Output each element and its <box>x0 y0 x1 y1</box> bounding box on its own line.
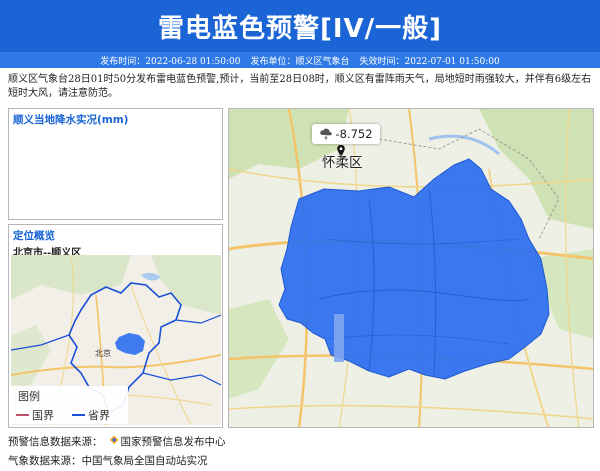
overview-map-beijing-label: 北京 <box>95 349 111 358</box>
precipitation-readout-value: -8.752 <box>335 127 373 141</box>
legend-item-province-border: 省界 <box>72 407 110 423</box>
warning-data-source: 预警信息数据来源： 国家预警信息发布中心 <box>8 434 226 449</box>
thunderstorm-icon <box>320 128 333 141</box>
warning-banner: 雷电蓝色预警[IV/一般] <box>0 0 600 52</box>
issue-time: 发布时间：2022-06-28 01:50:00 <box>100 56 241 67</box>
main-map-canvas <box>229 109 593 427</box>
place-label-huairou: 怀柔区 <box>322 155 363 171</box>
precipitation-readout[interactable]: -8.752 <box>312 124 380 144</box>
map-legend: 图例 国界 省界 <box>10 386 128 424</box>
national-border-line-icon <box>16 414 29 416</box>
warning-description: 顺义区气象台28日01时50分发布雷电蓝色预警,预计，当前至28日08时，顺义区… <box>8 74 592 99</box>
weather-source-label: 气象数据来源：中国气象局全国自动站实况 <box>8 455 208 467</box>
legend-title: 图例 <box>18 390 40 403</box>
location-panel-title: 定位概览 <box>13 230 55 242</box>
expire-time: 失效时间：2022-07-01 01:50:00 <box>359 56 500 67</box>
issuer: 发布单位：顺义区气象台 <box>250 56 350 67</box>
rainfall-panel-title: 顺义当地降水实况(mm) <box>13 114 129 126</box>
main-warning-map[interactable] <box>228 108 594 428</box>
legend-item-national-border: 国界 <box>16 407 54 423</box>
rainfall-panel: 顺义当地降水实况(mm) <box>8 108 223 220</box>
warning-center-logo-icon <box>109 435 118 444</box>
warning-source-name: 国家预警信息发布中心 <box>120 436 226 448</box>
province-border-line-icon <box>72 414 85 416</box>
warning-title: 雷电蓝色预警[IV/一般] <box>157 13 443 44</box>
legend-item-label: 省界 <box>88 409 110 422</box>
legend-item-label: 国界 <box>32 409 54 422</box>
warning-meta-bar: 发布时间：2022-06-28 01:50:00 发布单位：顺义区气象台 失效时… <box>0 52 600 68</box>
warning-source-label: 预警信息数据来源： <box>8 436 103 448</box>
weather-data-source: 气象数据来源：中国气象局全国自动站实况 <box>8 453 208 468</box>
